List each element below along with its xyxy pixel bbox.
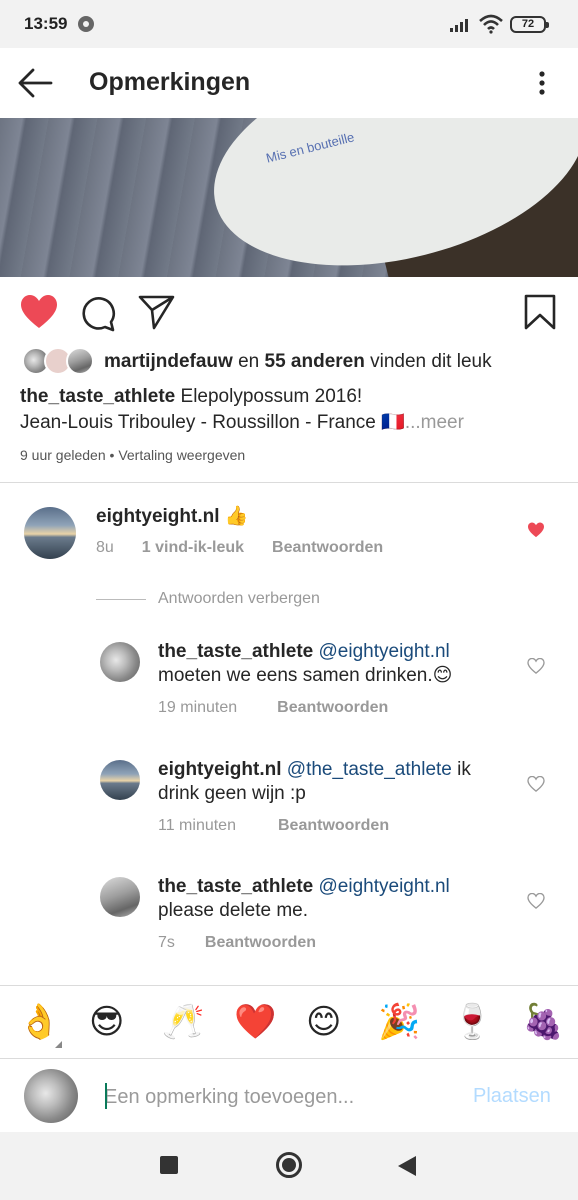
more-options-icon[interactable] — [532, 70, 552, 96]
post-actions — [0, 290, 578, 336]
reply-footer: 19 minuten Beantwoorden — [158, 699, 388, 717]
system-nav-bar — [0, 1132, 578, 1200]
battery-icon: 72 — [510, 16, 549, 33]
reply-avatar[interactable] — [100, 760, 140, 800]
comment-footer: 8u 1 vind-ik-leuk Beantwoorden — [96, 539, 383, 557]
reply-username[interactable]: the_taste_athlete — [158, 876, 313, 897]
reply-time: 11 minuten — [158, 817, 236, 834]
emoji-quick-bar: 👌 😎 🥂 ❤️ 😊 🎉 🍷 🍇 — [0, 985, 578, 1057]
comment-icon[interactable] — [80, 296, 116, 332]
reply-username[interactable]: eightyeight.nl — [158, 759, 282, 780]
post-image[interactable]: Mis en bouteille — [0, 118, 578, 277]
likes-text: martijndefauw en 55 anderen vinden dit l… — [104, 351, 492, 373]
reply: eightyeight.nl @the_taste_athlete ik dri… — [0, 758, 578, 838]
comment-composer: Plaatsen — [0, 1058, 578, 1132]
reply-button[interactable]: Beantwoorden — [277, 699, 388, 716]
translate-link[interactable]: Vertaling weergeven — [118, 447, 245, 463]
back-arrow-icon[interactable] — [16, 66, 54, 100]
bookmark-icon[interactable] — [524, 294, 556, 330]
comment-text: 👍 — [224, 506, 249, 527]
reply-avatar[interactable] — [100, 877, 140, 917]
reply-button[interactable]: Beantwoorden — [205, 934, 316, 951]
caption-line-1: Elepolypossum 2016! — [180, 386, 363, 407]
post-time: 9 uur geleden — [20, 447, 106, 463]
reply: the_taste_athlete @eightyeight.nl please… — [0, 875, 578, 955]
wine-glass-emoji-icon[interactable]: 🍷 — [451, 1002, 493, 1042]
post-comment-button[interactable]: Plaatsen — [473, 1085, 551, 1108]
liked-heart-icon[interactable] — [20, 294, 58, 330]
reply-mention[interactable]: @eightyeight.nl — [319, 876, 450, 897]
hide-replies-line — [96, 599, 146, 600]
reply-text: moeten we eens samen drinken.😊 — [158, 665, 453, 686]
comment-body: eightyeight.nl 👍 — [96, 505, 248, 529]
likes-row[interactable]: martijndefauw en 55 anderen vinden dit l… — [22, 347, 562, 375]
reply-body: the_taste_athlete @eightyeight.nl please… — [158, 875, 498, 923]
comment-username[interactable]: eightyeight.nl — [96, 506, 220, 527]
like-heart-outline-icon[interactable] — [527, 776, 545, 792]
reply-body: eightyeight.nl @the_taste_athlete ik dri… — [158, 758, 498, 806]
reply-button[interactable]: Beantwoorden — [278, 817, 389, 834]
reply-button[interactable]: Beantwoorden — [272, 539, 383, 556]
comment-likes[interactable]: 1 vind-ik-leuk — [142, 539, 244, 556]
post-meta: 9 uur geleden • Vertaling weergeven — [20, 447, 246, 463]
caption-line-2: Jean-Louis Tribouley - Roussillon - Fran… — [20, 412, 405, 433]
reply-body: the_taste_athlete @eightyeight.nl moeten… — [158, 640, 498, 688]
clinking-glasses-emoji-icon[interactable]: 🥂 — [162, 1002, 204, 1042]
reply-footer: 11 minuten Beantwoorden — [158, 817, 389, 835]
comment-input[interactable] — [104, 1083, 454, 1111]
reply-mention[interactable]: @the_taste_athlete — [287, 759, 452, 780]
reply-time: 7s — [158, 934, 175, 951]
reply-username[interactable]: the_taste_athlete — [158, 641, 313, 662]
ok-hand-emoji-icon[interactable]: 👌 — [18, 1002, 60, 1042]
status-time: 13:59 — [24, 14, 68, 33]
status-bar: 13:59 72 — [0, 0, 578, 48]
liker-username[interactable]: martijndefauw — [104, 351, 233, 372]
smiling-face-emoji-icon[interactable]: 😊 — [306, 1002, 341, 1042]
text-caret — [105, 1083, 107, 1109]
grapes-emoji-icon[interactable]: 🍇 — [522, 1002, 564, 1042]
reply-avatar[interactable] — [100, 642, 140, 682]
caption-username[interactable]: the_taste_athlete — [20, 386, 175, 407]
page-title: Opmerkingen — [89, 68, 251, 96]
reply-text: please delete me. — [158, 900, 308, 921]
home-icon[interactable] — [276, 1152, 302, 1178]
sunglasses-emoji-icon[interactable]: 😎 — [89, 1002, 124, 1042]
signal-icon — [450, 19, 468, 32]
reply-text: drink geen wijn :p — [158, 783, 306, 804]
comment-liked-heart-icon[interactable] — [527, 522, 545, 538]
like-heart-outline-icon[interactable] — [527, 893, 545, 909]
party-popper-emoji-icon[interactable]: 🎉 — [378, 1002, 420, 1042]
red-heart-emoji-icon[interactable]: ❤️ — [234, 1002, 276, 1042]
emoji-skin-tone-indicator — [55, 1041, 62, 1048]
commenter-avatar[interactable] — [24, 507, 76, 559]
likes-suffix: vinden dit leuk — [370, 351, 492, 372]
share-icon[interactable] — [138, 294, 176, 330]
like-heart-outline-icon[interactable] — [527, 658, 545, 674]
caption-more-link[interactable]: ...meer — [405, 412, 464, 433]
hide-replies-label: Antwoorden verbergen — [158, 590, 320, 607]
reply-footer: 7s Beantwoorden — [158, 934, 316, 952]
reply-text-tail: ik — [457, 759, 471, 780]
chrome-notification-icon — [78, 16, 94, 32]
recents-icon[interactable] — [160, 1156, 178, 1174]
reply-time: 19 minuten — [158, 699, 238, 716]
wifi-icon — [479, 14, 503, 34]
reply-mention[interactable]: @eightyeight.nl — [319, 641, 450, 662]
comment-time: 8u — [96, 539, 114, 556]
divider — [0, 482, 578, 483]
comment: eightyeight.nl 👍 8u 1 vind-ik-leuk Beantwo… — [0, 505, 578, 565]
reply: the_taste_athlete @eightyeight.nl moeten… — [0, 640, 578, 720]
post-caption: the_taste_athlete Elepolypossum 2016! Je… — [20, 384, 560, 436]
current-user-avatar — [24, 1069, 78, 1123]
liker-avatar — [66, 347, 94, 375]
back-icon[interactable] — [398, 1156, 416, 1176]
app-bar: Opmerkingen — [0, 48, 578, 118]
likes-count[interactable]: 55 anderen — [265, 351, 365, 372]
likes-connector: en — [238, 351, 260, 372]
